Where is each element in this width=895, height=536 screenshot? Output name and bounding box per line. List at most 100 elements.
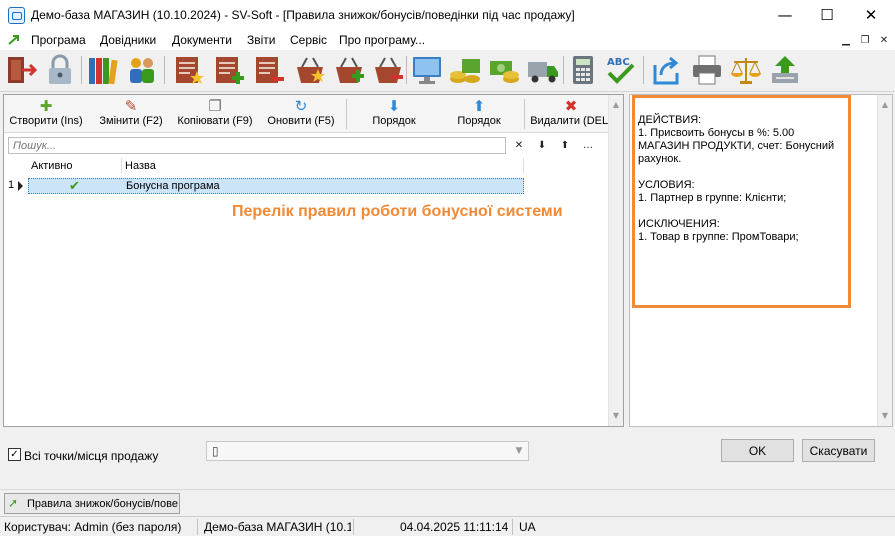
cancel-button[interactable]: Скасувати — [802, 439, 875, 462]
search-clear-icon[interactable]: ✕ — [510, 137, 528, 154]
basket-remove-icon[interactable] — [371, 53, 405, 87]
menu-directories[interactable]: Довідники — [100, 33, 156, 47]
scroll-down-icon[interactable]: ▼ — [611, 409, 621, 421]
minimize-button[interactable]: — — [763, 0, 807, 30]
toolbar-separator — [164, 56, 165, 84]
order-up-button[interactable]: ⬆ Порядок — [444, 97, 514, 131]
window-tab-discount-rules[interactable]: ➚ Правила знижок/бонусів/пове — [4, 493, 180, 514]
app-icon — [8, 7, 25, 24]
monitor-icon[interactable] — [410, 53, 444, 87]
search-options-icon[interactable]: … — [579, 137, 597, 154]
column-header-active[interactable]: Активно — [28, 158, 122, 174]
copy-button[interactable]: ❐ Копіювати (F9) — [174, 97, 256, 131]
active-check-icon[interactable]: ✔ — [69, 179, 87, 194]
money-icon[interactable] — [487, 53, 521, 87]
ok-button[interactable]: OK — [721, 439, 794, 462]
status-datetime: 04.04.2025 11:11:14 — [400, 520, 509, 534]
exit-door-icon[interactable] — [4, 53, 38, 87]
list-scrollbar[interactable]: ▲ ▼ — [608, 95, 623, 426]
menu-documents[interactable]: Документи — [172, 33, 232, 47]
status-separator — [197, 519, 198, 535]
order-down-button[interactable]: ⬇ Порядок — [359, 97, 429, 131]
doc-star-icon[interactable] — [172, 53, 206, 87]
table-row[interactable]: ✔ Бонусна програма — [28, 178, 524, 194]
details-scrollbar[interactable]: ▲ ▼ — [877, 95, 892, 426]
search-prev-icon[interactable]: ⬆ — [556, 137, 574, 154]
menu-app-icon — [8, 35, 19, 45]
mdi-minimize-icon[interactable]: ▁ — [839, 33, 853, 47]
printer-icon[interactable] — [690, 53, 724, 87]
search-row: ✕ ⬇ ⬆ … — [4, 135, 623, 155]
basket-add-icon[interactable] — [332, 53, 366, 87]
bottom-bar: ✓ Всі точки/місця продажу ▯ ▼ OK Скасува… — [0, 430, 895, 470]
delete-button[interactable]: ✖ Видалити (DEL) — [529, 97, 613, 131]
status-user: Користувач: Admin (без пароля) — [4, 520, 182, 534]
copy-icon: ❐ — [208, 97, 222, 115]
status-language: UA — [519, 520, 536, 534]
refresh-icon: ↻ — [294, 97, 308, 115]
cash-register-icon[interactable] — [448, 53, 482, 87]
close-button[interactable]: ✕ — [849, 0, 893, 30]
status-separator — [353, 519, 354, 535]
scroll-up-icon[interactable]: ▲ — [611, 98, 621, 110]
command-separator — [346, 99, 347, 129]
rules-grid: Активно Назва 1 ✔ Бонусна програма — [4, 158, 608, 424]
export-icon[interactable] — [649, 53, 683, 87]
order-down-label: Порядок — [372, 115, 416, 127]
menu-program[interactable]: Програма — [31, 33, 86, 47]
rule-details-text: ДЕЙСТВИЯ: 1. Присвоить бонусы в %: 5.00 … — [638, 114, 835, 243]
users-icon[interactable] — [125, 53, 159, 87]
row-indicator-icon — [18, 181, 23, 191]
upload-icon[interactable] — [768, 53, 802, 87]
mdi-restore-icon[interactable]: ❐ — [858, 33, 872, 47]
sale-point-select[interactable]: ▯ ▼ — [206, 441, 529, 461]
chevron-down-icon[interactable]: ▼ — [510, 442, 528, 460]
menu-service[interactable]: Сервіс — [290, 33, 327, 47]
window-tabs-bar: ➚ Правила знижок/бонусів/пове — [0, 489, 895, 515]
doc-remove-icon[interactable] — [252, 53, 286, 87]
lock-icon[interactable] — [43, 53, 77, 87]
scales-icon[interactable] — [729, 53, 763, 87]
all-points-checkbox[interactable]: ✓ — [8, 448, 21, 461]
delete-x-icon: ✖ — [564, 97, 578, 115]
edit-button[interactable]: ✎ Змінити (F2) — [96, 97, 166, 131]
annotation-text: Перелік правил роботи бонусної системи — [232, 203, 563, 220]
search-input[interactable] — [8, 137, 506, 154]
all-points-label: Всі точки/місця продажу — [24, 449, 159, 463]
arrow-up-icon: ⬆ — [472, 97, 486, 115]
plus-icon: ✚ — [39, 97, 53, 115]
toolbar: ABC — [0, 50, 895, 92]
books-icon[interactable] — [86, 53, 120, 87]
menu-bar: Програма Довідники Документи Звіти Серві… — [0, 30, 895, 50]
scroll-down-icon[interactable]: ▼ — [880, 409, 890, 421]
calculator-icon[interactable] — [566, 53, 600, 87]
svg-text:ABC: ABC — [607, 57, 630, 68]
scroll-up-icon[interactable]: ▲ — [880, 98, 890, 110]
command-separator — [524, 99, 525, 129]
mdi-close-icon[interactable]: ✕ — [877, 33, 891, 47]
toolbar-separator — [643, 56, 644, 84]
refresh-button[interactable]: ↻ Оновити (F5) — [263, 97, 339, 131]
command-bar: ✚ Створити (Ins) ✎ Змінити (F2) ❐ Копіюв… — [4, 95, 623, 133]
pencil-icon: ✎ — [124, 97, 138, 115]
create-button[interactable]: ✚ Створити (Ins) — [6, 97, 86, 131]
rule-name-cell: Бонусна програма — [126, 180, 220, 192]
delete-button-label: Видалити (DEL) — [530, 115, 612, 127]
column-header-name[interactable]: Назва — [122, 158, 524, 174]
create-button-label: Створити (Ins) — [9, 115, 83, 127]
search-next-icon[interactable]: ⬇ — [533, 137, 551, 154]
sale-point-value: ▯ — [212, 444, 219, 458]
status-separator — [512, 519, 513, 535]
menu-reports[interactable]: Звіти — [247, 33, 276, 47]
refresh-button-label: Оновити (F5) — [267, 115, 335, 127]
doc-add-icon[interactable] — [212, 53, 246, 87]
status-database: Демо-база МАГАЗИН (10.1 — [204, 520, 351, 534]
menu-about[interactable]: Про програму... — [339, 33, 425, 47]
truck-icon[interactable] — [526, 53, 560, 87]
basket-star-icon[interactable] — [293, 53, 327, 87]
toolbar-separator — [406, 56, 407, 84]
title-bar: Демо-база МАГАЗИН (10.10.2024) - SV-Soft… — [0, 0, 895, 30]
spellcheck-icon[interactable]: ABC — [603, 53, 637, 87]
maximize-button[interactable]: ☐ — [805, 0, 849, 30]
arrow-down-icon: ⬇ — [387, 97, 401, 115]
